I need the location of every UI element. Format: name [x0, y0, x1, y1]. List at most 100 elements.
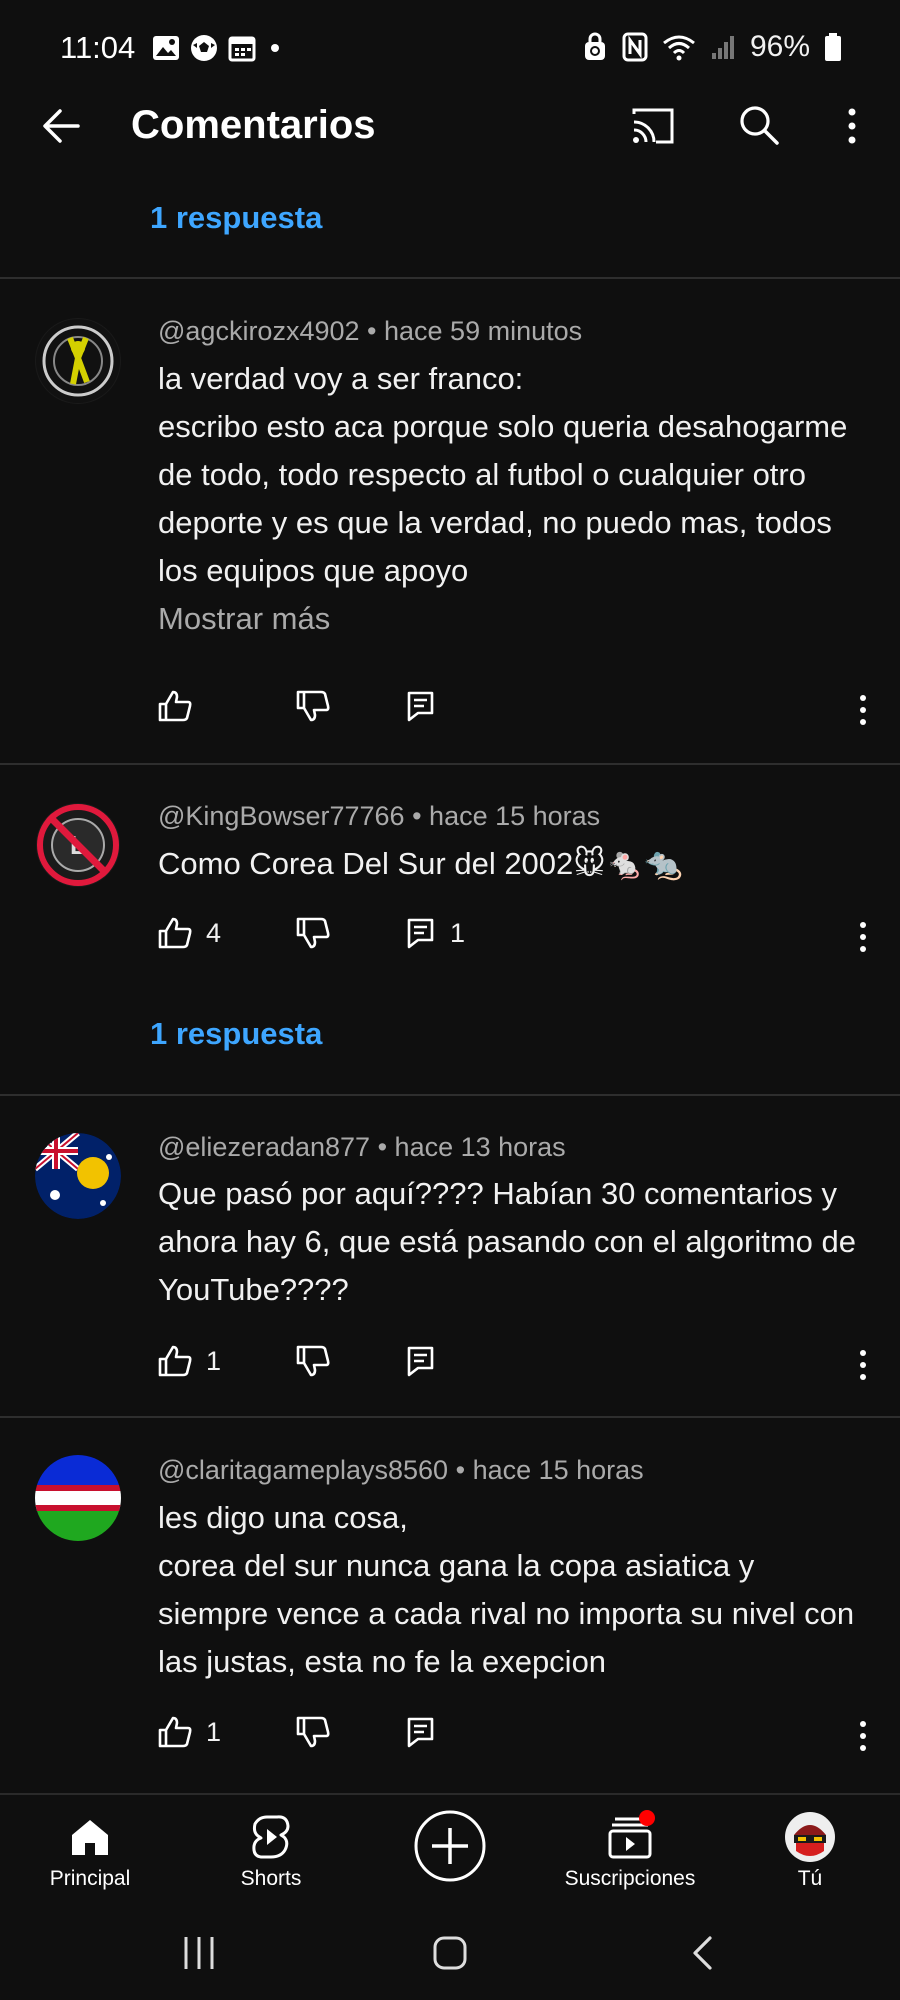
dislike-button[interactable]: [296, 917, 330, 949]
dislike-button[interactable]: [296, 1716, 330, 1748]
comment-more-icon[interactable]: [858, 1720, 868, 1752]
status-time: 11:04: [60, 30, 136, 65]
thumbs-down-icon: [296, 1345, 330, 1377]
comment-actions: [158, 690, 868, 730]
comment-actions: 4 1: [158, 917, 868, 957]
avatar[interactable]: [35, 318, 121, 404]
comment-actions: 1: [158, 1345, 868, 1385]
comment-text: Que pasó por aquí???? Habían 30 comentar…: [158, 1176, 856, 1307]
reply-button[interactable]: [406, 1716, 450, 1748]
like-button[interactable]: 1: [158, 1716, 221, 1748]
comment-author[interactable]: @KingBowser77766: [158, 801, 405, 831]
wifi-icon: [663, 35, 695, 61]
reply-button[interactable]: 1: [406, 917, 465, 949]
comment-author[interactable]: @claritagameplays8560: [158, 1455, 448, 1485]
meta-separator: •: [367, 316, 377, 346]
recent-apps-icon[interactable]: [182, 1935, 216, 1971]
avatar[interactable]: [35, 1455, 121, 1541]
home-icon: [72, 1820, 108, 1855]
comment-meta: @claritagameplays8560 • hace 15 horas: [158, 1455, 644, 1486]
create-plus-icon: [414, 1810, 486, 1882]
comment-meta: @eliezeradan877 • hace 13 horas: [158, 1132, 566, 1163]
system-icons: 96%: [582, 30, 842, 64]
thumbs-down-icon: [296, 917, 330, 949]
show-more-link[interactable]: Mostrar más: [158, 601, 330, 636]
like-button[interactable]: [158, 690, 206, 722]
battery-icon: [825, 33, 841, 61]
home-button-icon[interactable]: [432, 1935, 468, 1971]
reply-button[interactable]: [406, 1345, 450, 1377]
shorts-icon: [252, 1815, 290, 1859]
nav-shorts-label: Shorts: [240, 1867, 302, 1890]
gallery-icon: [153, 36, 179, 60]
avatar[interactable]: L: [35, 802, 121, 888]
reply-comment-icon: [407, 691, 434, 722]
like-button[interactable]: 1: [158, 1345, 221, 1377]
comment-more-icon[interactable]: [858, 1349, 868, 1381]
like-count: 1: [206, 1345, 222, 1376]
reply-button[interactable]: [406, 690, 450, 722]
avatar-image: [35, 1133, 121, 1219]
thumbs-up-icon: [158, 690, 192, 722]
dislike-button[interactable]: [296, 1345, 330, 1377]
nav-subscriptions-label: Suscripciones: [564, 1867, 696, 1890]
dislike-button[interactable]: [296, 690, 330, 722]
comment-text: Como Corea Del Sur del 2002🐭🐁🐀: [158, 846, 683, 881]
reply-count: 1: [450, 917, 466, 948]
nav-you[interactable]: Tú: [730, 1807, 890, 1891]
back-button-icon[interactable]: [690, 1935, 714, 1971]
cast-icon[interactable]: [630, 106, 676, 146]
meta-separator: •: [412, 801, 422, 831]
comment-text-content: la verdad voy a ser franco: escribo esto…: [158, 361, 848, 588]
nav-create[interactable]: [370, 1809, 530, 1883]
avatar[interactable]: [35, 1133, 121, 1219]
comment-more-icon[interactable]: [858, 921, 868, 953]
comment-more-icon[interactable]: [858, 694, 868, 726]
comment-time: hace 13 horas: [394, 1132, 566, 1162]
avatar-image: [35, 1455, 121, 1541]
divider: [0, 277, 900, 279]
nav-home[interactable]: Principal: [10, 1807, 170, 1891]
comment-meta: @KingBowser77766 • hace 15 horas: [158, 801, 600, 832]
comment-meta: @agckirozx4902 • hace 59 minutos: [158, 316, 582, 347]
signal-icon: [711, 36, 734, 59]
nav-subscriptions[interactable]: Suscripciones: [550, 1807, 710, 1891]
divider: [0, 1094, 900, 1096]
reply-comment-icon: [407, 918, 434, 949]
lock-rotate-icon: [584, 32, 605, 60]
thumbs-up-icon: [158, 1345, 192, 1377]
thumbs-down-icon: [296, 690, 330, 722]
comment-time: hace 15 horas: [429, 801, 601, 831]
reply-comment-icon: [407, 1717, 434, 1748]
calendar-icon: [228, 36, 256, 62]
notification-icons: [152, 34, 284, 62]
comment-text: les digo una cosa, corea del sur nunca g…: [158, 1500, 855, 1679]
comment-text: la verdad voy a ser franco: escribo esto…: [158, 355, 858, 643]
more-vert-icon[interactable]: [845, 106, 859, 146]
meta-separator: •: [377, 1132, 388, 1162]
bottom-navigation: Principal Shorts Suscripciones Tú: [0, 1793, 900, 1905]
comment-time: hace 15 horas: [472, 1455, 644, 1485]
thumbs-up-icon: [158, 917, 192, 949]
battery-percent: 96%: [749, 30, 810, 63]
system-navigation-bar: [0, 1905, 900, 2000]
profile-avatar-icon: [785, 1812, 835, 1862]
nfc-icon: [622, 32, 648, 62]
like-count: 4: [206, 917, 222, 948]
page-title: Comentarios: [131, 103, 376, 147]
avatar-image: [36, 319, 120, 403]
nav-shorts[interactable]: Shorts: [191, 1807, 351, 1891]
meta-separator: •: [455, 1455, 466, 1485]
comment-author[interactable]: @eliezeradan877: [158, 1132, 370, 1162]
search-icon[interactable]: [738, 104, 780, 146]
view-replies-link[interactable]: 1 respuesta: [150, 200, 322, 236]
comment-actions: 1: [158, 1716, 868, 1756]
dot-icon: [271, 44, 279, 52]
divider: [0, 763, 900, 765]
reply-comment-icon: [407, 1346, 434, 1377]
comment-author[interactable]: @agckirozx4902: [158, 316, 360, 346]
like-button[interactable]: 4: [158, 917, 221, 949]
thumbs-up-icon: [158, 1716, 192, 1748]
back-arrow-icon[interactable]: [40, 105, 82, 147]
view-replies-link[interactable]: 1 respuesta: [150, 1016, 322, 1052]
